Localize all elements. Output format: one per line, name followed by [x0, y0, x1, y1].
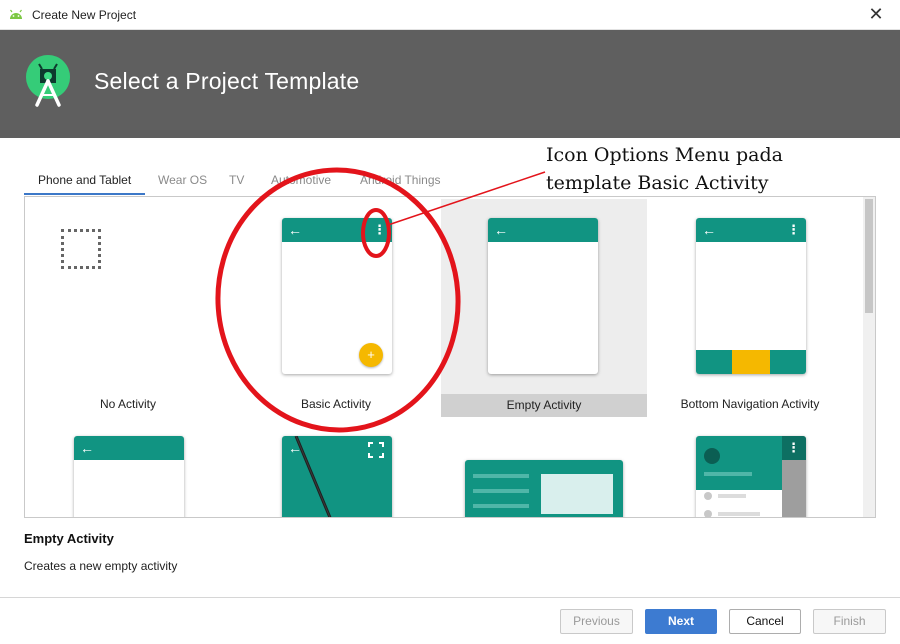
options-menu-icon: ⋮ [787, 222, 800, 237]
finish-button[interactable]: Finish [813, 609, 886, 634]
back-arrow-icon: ← [288, 440, 302, 456]
drawer-item-line [718, 512, 760, 516]
no-activity-icon [61, 229, 101, 269]
bottom-navigation-bar [696, 350, 806, 374]
selected-template-title: Empty Activity [24, 531, 114, 546]
fab-icon: + [359, 343, 383, 367]
app-bar: ← ⋮ [282, 218, 392, 242]
window-titlebar: Create New Project ✕ [0, 0, 900, 30]
template-gallery: No Activity ← ⋮ + Basic Activity ← Empty… [24, 196, 876, 518]
phone-preview: ← ⋮ + [282, 218, 392, 374]
dialog-header: Select a Project Template [0, 30, 900, 138]
drawer-preview: ⋮ [696, 436, 806, 517]
fullscreen-preview: ← [282, 436, 392, 517]
window-title: Create New Project [32, 8, 137, 22]
drawer-item-line [718, 494, 746, 498]
phone-preview: ← [74, 436, 184, 517]
tablet-preview [465, 460, 623, 517]
template-row2-1[interactable]: ← [25, 419, 231, 517]
gallery-scrollbar[interactable] [863, 197, 875, 517]
back-arrow-icon: ← [288, 222, 302, 238]
annotation-line-2: template Basic Activity [546, 172, 769, 194]
footer-divider [0, 597, 900, 598]
tab-android-things[interactable]: Android Things [346, 168, 455, 195]
drawer-header-line [704, 472, 752, 476]
detail-pane [541, 474, 613, 514]
template-label: No Activity [99, 397, 156, 411]
app-bar: ← [488, 218, 598, 242]
template-label: Bottom Navigation Activity [680, 397, 820, 411]
annotation-line-1: Icon Options Menu pada [546, 144, 783, 166]
cancel-button[interactable]: Cancel [729, 609, 801, 634]
template-basic-activity[interactable]: ← ⋮ + Basic Activity [233, 197, 439, 415]
annotation-note: Icon Options Menu pada template Basic Ac… [546, 141, 783, 197]
avatar [704, 448, 720, 464]
drawer-item-icon [704, 492, 712, 500]
previous-button[interactable]: Previous [560, 609, 633, 634]
template-empty-activity[interactable]: ← Empty Activity [441, 199, 647, 417]
app-bar: ← [74, 436, 184, 460]
back-arrow-icon: ← [702, 222, 716, 238]
selected-template-description: Creates a new empty activity [24, 559, 178, 573]
list-line [473, 489, 529, 493]
fullscreen-icon [368, 442, 384, 458]
options-menu-icon: ⋮ [787, 440, 800, 455]
template-row2-4[interactable]: ⋮ [647, 419, 853, 517]
back-arrow-icon: ← [494, 222, 508, 238]
next-button[interactable]: Next [645, 609, 717, 634]
template-no-activity[interactable]: No Activity [25, 197, 231, 415]
page-title: Select a Project Template [94, 68, 360, 94]
tab-wear-os[interactable]: Wear OS [144, 168, 221, 195]
tab-automotive[interactable]: Automotive [257, 168, 345, 195]
options-menu-icon: ⋮ [373, 222, 386, 237]
tab-tv[interactable]: TV [215, 168, 258, 195]
template-label: Basic Activity [300, 397, 372, 411]
android-icon [10, 9, 22, 19]
tab-phone-and-tablet[interactable]: Phone and Tablet [24, 168, 146, 195]
bottom-navigation-active-item [732, 350, 770, 374]
scrollbar-thumb[interactable] [865, 199, 873, 313]
phone-preview: ← [488, 218, 598, 374]
app-bar: ← ⋮ [696, 218, 806, 242]
list-line [473, 474, 529, 478]
list-line [473, 504, 529, 508]
phone-preview: ← ⋮ [696, 218, 806, 374]
back-arrow-icon: ← [80, 440, 94, 456]
template-label: Empty Activity [441, 394, 647, 417]
template-row2-3[interactable] [441, 419, 647, 517]
close-icon[interactable]: ✕ [866, 4, 886, 24]
android-studio-logo [26, 55, 70, 107]
drawer-item-icon [704, 510, 712, 517]
template-row2-2[interactable]: ← [233, 419, 439, 517]
template-bottom-navigation-activity[interactable]: ← ⋮ Bottom Navigation Activity [647, 197, 853, 415]
